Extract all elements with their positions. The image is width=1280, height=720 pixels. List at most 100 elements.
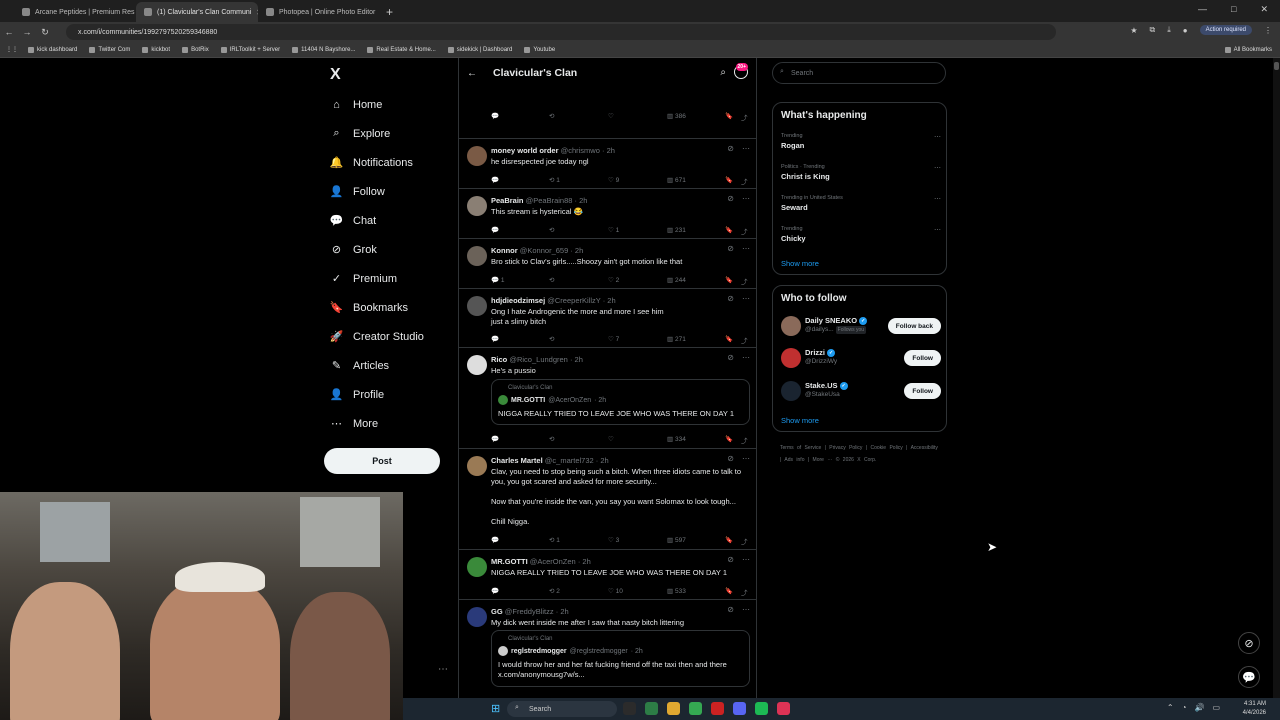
reply-button[interactable]: 💬 bbox=[491, 335, 499, 343]
post[interactable]: MR.GOTTI @AcerOnZen · 2h ⊘ ⋯ NIGGA REALLY T… bbox=[459, 550, 756, 600]
search-input[interactable]: ⌕ Search bbox=[772, 62, 946, 84]
action-required-button[interactable]: Action required bbox=[1199, 25, 1252, 35]
repost-button[interactable]: ⟲ 1 bbox=[549, 176, 560, 184]
author-name[interactable]: MR.GOTTI bbox=[491, 557, 528, 566]
author-handle[interactable]: @PeaBrain88 bbox=[526, 196, 573, 205]
post-button[interactable]: Post bbox=[324, 448, 440, 474]
grok-icon[interactable]: ⊘ bbox=[727, 555, 734, 564]
avatar[interactable] bbox=[467, 456, 487, 476]
more-icon[interactable]: ⋯ bbox=[742, 353, 750, 362]
search-icon[interactable]: ⌕ bbox=[720, 67, 726, 78]
nav-item-chat[interactable]: 💬 Chat bbox=[330, 214, 377, 228]
nav-item-more[interactable]: ⋯ More bbox=[330, 417, 378, 431]
browser-tab[interactable]: Photopea | Online Photo Editor✕ bbox=[258, 2, 380, 22]
more-icon[interactable]: ⋯ bbox=[742, 294, 750, 303]
maximize-icon[interactable]: □ bbox=[1231, 4, 1236, 15]
trend-item[interactable]: Trending Rogan ⋯ bbox=[781, 133, 941, 150]
follow-button[interactable]: Follow back bbox=[887, 318, 941, 334]
share-icon[interactable]: ⤴ bbox=[741, 226, 748, 236]
author-handle[interactable]: @Konnor_659 bbox=[520, 246, 568, 255]
author-name[interactable]: Konnor bbox=[491, 246, 518, 255]
reply-button[interactable]: 💬 bbox=[491, 435, 499, 443]
grok-icon[interactable]: ⊘ bbox=[727, 353, 734, 362]
reload-icon[interactable]: ↻ bbox=[36, 27, 54, 38]
grok-icon[interactable]: ⊘ bbox=[727, 244, 734, 253]
author-handle[interactable]: @FreddyBlitzz bbox=[505, 607, 554, 616]
post[interactable]: Rico @Rico_Lundgren · 2h ⊘ ⋯ He's a pussio C… bbox=[459, 348, 756, 449]
nav-item-follow[interactable]: 👤 Follow bbox=[330, 185, 385, 199]
trend-item[interactable]: Politics · Trending Christ is King ⋯ bbox=[781, 164, 941, 181]
reply-button[interactable]: 💬 bbox=[491, 112, 499, 120]
discord-icon[interactable] bbox=[733, 702, 746, 715]
post[interactable]: PeaBrain @PeaBrain88 · 2h ⊘ ⋯ This stream i… bbox=[459, 189, 756, 239]
avatar[interactable] bbox=[467, 196, 487, 216]
author-name[interactable]: GG bbox=[491, 607, 503, 616]
author-name[interactable]: Charles Martel bbox=[491, 456, 543, 465]
nav-item-grok[interactable]: ⊘ Grok bbox=[330, 243, 377, 257]
bookmark-item[interactable]: BotRix bbox=[182, 46, 209, 53]
quoted-post[interactable]: Clavicular's Clan reglstredmogger @reglstr… bbox=[491, 630, 750, 687]
views-button[interactable]: ▥ 671 bbox=[667, 176, 686, 184]
nav-item-creator-studio[interactable]: 🚀 Creator Studio bbox=[330, 330, 424, 344]
post-time[interactable]: · 2h bbox=[575, 196, 588, 205]
views-button[interactable]: ▥ 597 bbox=[667, 536, 686, 544]
like-button[interactable]: ♡ 7 bbox=[608, 335, 619, 343]
nav-item-profile[interactable]: 👤 Profile bbox=[330, 388, 385, 402]
chrome-icon[interactable] bbox=[689, 702, 702, 715]
nav-item-explore[interactable]: ⌕ Explore bbox=[330, 127, 390, 140]
more-icon[interactable]: ⋯ bbox=[742, 454, 750, 463]
repost-button[interactable]: ⟲ bbox=[549, 435, 554, 443]
file-explorer-icon[interactable] bbox=[667, 702, 680, 715]
avatar[interactable] bbox=[781, 348, 801, 368]
grok-icon[interactable]: ⊘ bbox=[727, 294, 734, 303]
bookmark-icon[interactable]: 🔖 bbox=[725, 536, 733, 544]
views-button[interactable]: ▥ 271 bbox=[667, 335, 686, 343]
post-time[interactable]: · 2h bbox=[596, 456, 609, 465]
volume-icon[interactable]: 🔊 bbox=[1194, 703, 1204, 712]
trend-more-icon[interactable]: ⋯ bbox=[934, 195, 941, 203]
share-icon[interactable]: ⤴ bbox=[741, 335, 748, 345]
repost-button[interactable]: ⟲ bbox=[549, 112, 554, 120]
post[interactable]: GG @FreddyBlitzz · 2h ⊘ ⋯ My dick went insi… bbox=[459, 600, 756, 698]
more-icon[interactable]: ⋯ bbox=[742, 555, 750, 564]
grok-icon[interactable]: ⊘ bbox=[727, 194, 734, 203]
like-button[interactable]: ♡ bbox=[608, 435, 614, 443]
like-button[interactable]: ♡ 9 bbox=[608, 176, 619, 184]
bookmark-item[interactable]: kickbot bbox=[142, 46, 170, 53]
bookmark-item[interactable]: kick dashboard bbox=[28, 46, 77, 53]
bookmark-icon[interactable]: 🔖 bbox=[725, 112, 733, 120]
reply-button[interactable]: 💬 bbox=[491, 176, 499, 184]
bookmark-icon[interactable]: 🔖 bbox=[725, 435, 733, 443]
repost-button[interactable]: ⟲ 2 bbox=[549, 587, 560, 595]
trend-item[interactable]: Trending in United States Seward ⋯ bbox=[781, 195, 941, 212]
post[interactable]: hdjdieodzimsej @CreeperKillzY · 2h ⊘ ⋯ Ong … bbox=[459, 289, 756, 348]
views-button[interactable]: ▥ 244 bbox=[667, 276, 686, 284]
back-arrow-icon[interactable]: ← bbox=[467, 68, 483, 79]
share-icon[interactable]: ⤴ bbox=[741, 435, 748, 445]
follow-suggestion[interactable]: Stake.US ✓ @StakeUsa Follow bbox=[781, 380, 941, 402]
share-icon[interactable]: ⤴ bbox=[741, 112, 748, 122]
scrollbar[interactable] bbox=[1273, 58, 1280, 698]
bookmark-item[interactable]: sidekick | Dashboard bbox=[447, 46, 512, 53]
share-icon[interactable]: ⤴ bbox=[741, 587, 748, 597]
url-field[interactable]: x.com/i/communities/1992797520259346880 bbox=[66, 24, 1056, 40]
show-more-follows-link[interactable]: Show more bbox=[781, 416, 819, 425]
like-button[interactable]: ♡ 3 bbox=[608, 536, 619, 544]
author-name[interactable]: Rico bbox=[491, 355, 507, 364]
follow-suggestion[interactable]: Daily SNEAKO ✓ @dailys... Follows you Follo… bbox=[781, 315, 941, 337]
more-icon[interactable]: ⋯ bbox=[742, 144, 750, 153]
reply-button[interactable]: 💬 bbox=[491, 536, 499, 544]
scrollbar-thumb[interactable] bbox=[1274, 62, 1279, 70]
author-handle[interactable]: @CreeperKillzY bbox=[547, 296, 600, 305]
extensions-icon[interactable]: ⧉ bbox=[1150, 25, 1156, 35]
views-button[interactable]: ▥ 533 bbox=[667, 587, 686, 595]
post[interactable]: money world order @chrismwo · 2h ⊘ ⋯ he dis… bbox=[459, 139, 756, 189]
author-handle[interactable]: @chrismwo bbox=[561, 146, 600, 155]
post-time[interactable]: · 2h bbox=[570, 246, 583, 255]
like-button[interactable]: ♡ 1 bbox=[608, 226, 619, 234]
bookmark-item[interactable]: IRLToolkit + Server bbox=[220, 46, 280, 53]
back-icon[interactable]: ← bbox=[0, 27, 18, 37]
browser-tab[interactable]: Arcane Peptides | Premium Res✕ bbox=[14, 2, 136, 22]
author-handle[interactable]: @AcerOnZen bbox=[530, 557, 576, 566]
app-icon[interactable] bbox=[645, 702, 658, 715]
